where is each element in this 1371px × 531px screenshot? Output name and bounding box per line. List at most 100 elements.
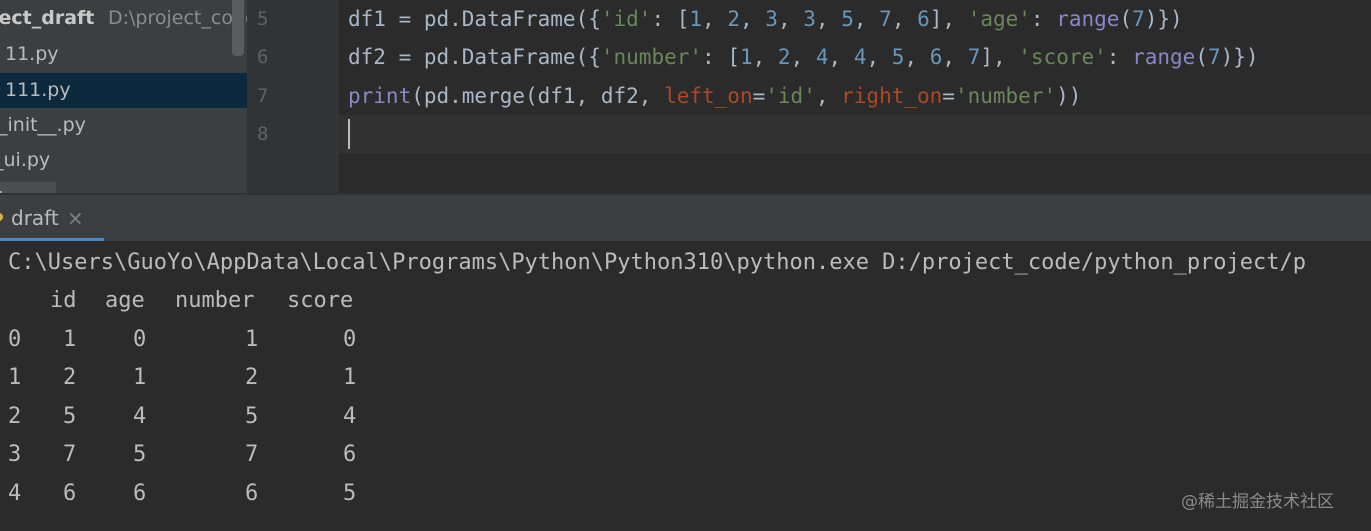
- close-icon[interactable]: ×: [67, 195, 84, 241]
- code-token: )): [1056, 84, 1082, 108]
- code-token: (: [1119, 7, 1133, 31]
- code-token: 7: [1207, 45, 1221, 69]
- code-token: df2 = pd.DataFrame({: [348, 45, 601, 69]
- code-token: 6: [917, 7, 930, 31]
- file-label: _ui.py: [0, 149, 51, 171]
- column-header: id: [50, 288, 77, 313]
- sidebar-scrollbar[interactable]: [232, 0, 244, 56]
- code-token: 4: [853, 45, 867, 69]
- project-name: ject_draft: [0, 7, 95, 29]
- code-token: 5: [841, 7, 854, 31]
- row-index: 0: [8, 327, 22, 352]
- code-token: 'id': [765, 84, 816, 108]
- file-item[interactable]: _ui.py: [0, 143, 247, 178]
- run-tab-label: draft: [11, 206, 59, 230]
- line-number-gutter: 5 6 7 8: [247, 0, 337, 193]
- code-line[interactable]: df2 = pd.DataFrame({'number': [1, 2, 4, …: [348, 38, 1259, 76]
- code-token: ,: [777, 7, 804, 31]
- table-cell: 6: [245, 481, 259, 506]
- code-token: 'age': [967, 7, 1031, 31]
- table-cell: 0: [343, 327, 357, 352]
- code-token: ,: [866, 45, 892, 69]
- code-token: ,: [904, 45, 930, 69]
- project-path: D:\project_code: [108, 7, 247, 29]
- code-token: 3: [803, 7, 816, 31]
- row-index: 2: [8, 404, 22, 429]
- table-cell: 2: [245, 365, 259, 390]
- file-label: 111.py: [5, 79, 71, 101]
- line-number: 5: [257, 8, 269, 30]
- ide-window: ject_draft D:\project_code 11.py 111.py …: [0, 0, 1371, 531]
- code-token: 7: [1132, 7, 1145, 31]
- code-token: ],: [980, 45, 1019, 69]
- code-token: range: [1132, 45, 1196, 69]
- code-token: 6: [929, 45, 943, 69]
- code-token: 7: [879, 7, 892, 31]
- code-token: =: [942, 84, 955, 108]
- run-console[interactable]: C:\Users\GuoYo\AppData\Local\Programs\Py…: [0, 241, 1371, 531]
- file-item[interactable]: json: [0, 178, 247, 193]
- project-root-item[interactable]: ject_draft D:\project_code: [0, 1, 247, 36]
- table-cell: 0: [133, 327, 147, 352]
- code-token: 2: [777, 45, 791, 69]
- table-cell: 1: [245, 327, 259, 352]
- code-token: 1: [739, 45, 753, 69]
- table-cell: 6: [343, 442, 357, 467]
- code-token: :: [1106, 45, 1133, 69]
- table-cell: 7: [245, 442, 259, 467]
- console-command-line: C:\Users\GuoYo\AppData\Local\Programs\Py…: [8, 250, 1307, 275]
- current-line-highlight: [247, 115, 1371, 153]
- file-label: 11.py: [5, 43, 59, 65]
- table-cell: 4: [343, 404, 357, 429]
- code-token: 2: [727, 7, 740, 31]
- text-caret: [348, 119, 350, 149]
- code-token: 4: [815, 45, 829, 69]
- file-label: _init__.py: [0, 114, 86, 136]
- line-number: 8: [257, 123, 269, 145]
- table-cell: 5: [133, 442, 147, 467]
- code-token: 5: [891, 45, 905, 69]
- table-cell: 4: [133, 404, 147, 429]
- code-token: : [: [702, 45, 740, 69]
- table-cell: 6: [63, 481, 77, 506]
- file-label-partial: json: [0, 182, 56, 193]
- run-tab[interactable]: draft ×: [0, 195, 104, 241]
- code-line[interactable]: print(pd.merge(df1, df2, left_on='id', r…: [348, 77, 1081, 115]
- code-token: 'number': [600, 45, 703, 69]
- code-token: =: [752, 84, 766, 108]
- code-token: :: [1030, 7, 1057, 31]
- code-token: ,: [853, 7, 880, 31]
- run-tool-window-header: draft ×: [0, 195, 1371, 241]
- code-token: ,: [740, 7, 766, 31]
- top-area: ject_draft D:\project_code 11.py 111.py …: [0, 0, 1371, 193]
- table-cell: 1: [133, 365, 147, 390]
- file-item-selected[interactable]: 111.py: [0, 73, 247, 108]
- table-cell: 1: [63, 327, 77, 352]
- code-token: 3: [765, 7, 778, 31]
- line-number: 7: [257, 85, 269, 107]
- gutter-divider: [337, 0, 338, 193]
- code-token: )}): [1220, 45, 1259, 69]
- code-token: (: [1195, 45, 1208, 69]
- file-item[interactable]: _init__.py: [0, 108, 247, 143]
- code-token: df1 = pd.DataFrame({: [348, 7, 601, 31]
- code-editor[interactable]: 5 6 7 8 df1 = pd.DataFrame({'id': [1, 2,…: [247, 0, 1371, 193]
- code-token: ,: [815, 7, 842, 31]
- row-index: 4: [8, 481, 22, 506]
- code-token: ,: [752, 45, 778, 69]
- code-token: ,: [828, 45, 854, 69]
- file-item[interactable]: 11.py: [0, 37, 247, 72]
- table-cell: 6: [133, 481, 147, 506]
- code-token: range: [1056, 7, 1120, 31]
- code-token: ,: [942, 45, 968, 69]
- table-cell: 5: [245, 404, 259, 429]
- row-index: 3: [8, 442, 22, 467]
- code-token: )}): [1144, 7, 1183, 31]
- table-cell: 1: [343, 365, 357, 390]
- code-token: : [: [651, 7, 690, 31]
- code-line[interactable]: df1 = pd.DataFrame({'id': [1, 2, 3, 3, 5…: [348, 0, 1183, 38]
- code-token: print: [348, 84, 412, 108]
- code-token: ,: [702, 7, 728, 31]
- code-token: 'score': [1018, 45, 1107, 69]
- code-token: right_on: [841, 84, 943, 108]
